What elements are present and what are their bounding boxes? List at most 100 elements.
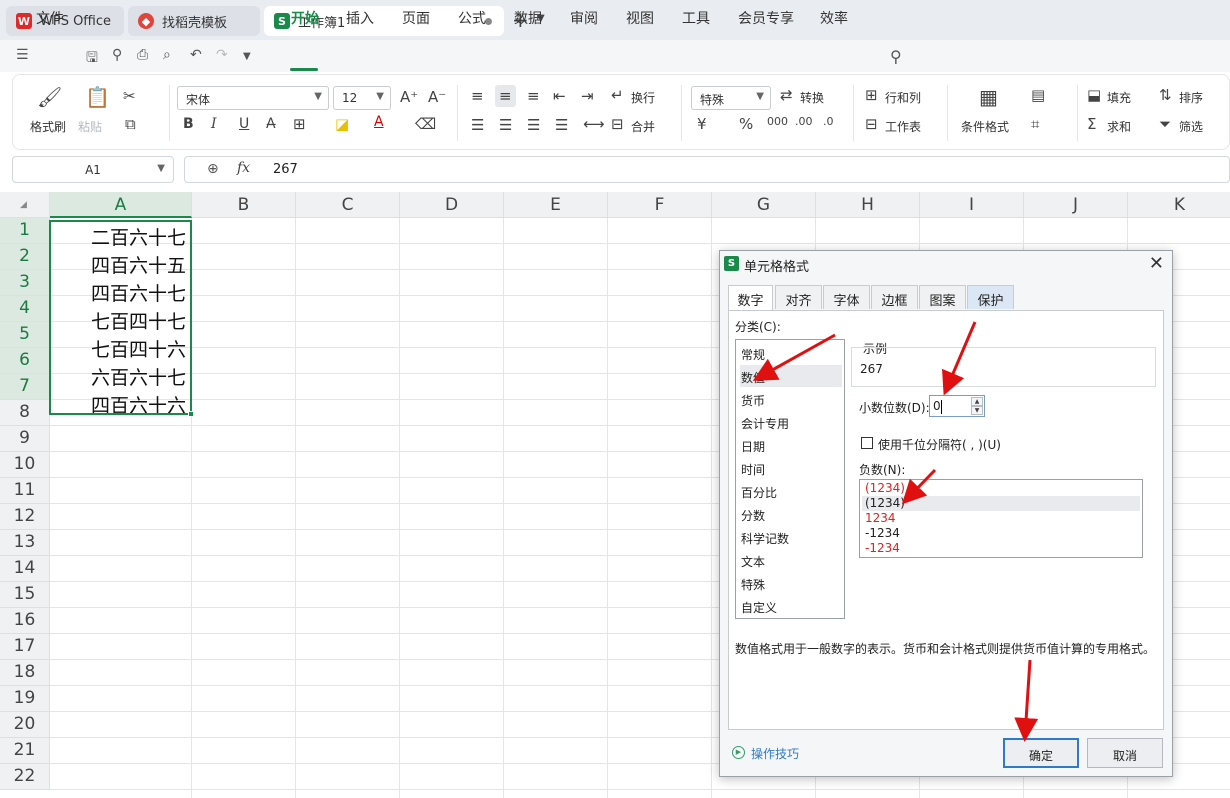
column-header-c[interactable]: C: [296, 192, 400, 218]
fill-icon[interactable]: ⬓: [1087, 86, 1101, 104]
row-header[interactable]: 12: [0, 504, 50, 530]
row-header[interactable]: 10: [0, 452, 50, 478]
tab-template[interactable]: ◆ 找稻壳模板: [128, 6, 260, 36]
menu-member[interactable]: 会员专享: [738, 8, 794, 28]
play-icon[interactable]: ▶: [732, 746, 745, 759]
sum-icon[interactable]: Σ: [1087, 115, 1096, 133]
row-header[interactable]: 13: [0, 530, 50, 556]
rows-cols-icon[interactable]: ⊞: [865, 86, 878, 104]
tab-alignment[interactable]: 对齐: [775, 285, 822, 309]
increase-font-icon[interactable]: A⁺: [400, 88, 418, 106]
row-header[interactable]: 4: [0, 296, 50, 322]
column-header-d[interactable]: D: [400, 192, 504, 218]
fill-color-icon[interactable]: ◪: [335, 115, 349, 133]
increase-decimal-icon[interactable]: .00: [795, 115, 813, 128]
name-box[interactable]: A1 ▼: [12, 156, 174, 183]
spin-up-icon[interactable]: ▲: [971, 397, 983, 406]
category-item[interactable]: 分数: [740, 503, 842, 525]
italic-icon[interactable]: I: [211, 116, 217, 132]
category-item[interactable]: 时间: [740, 457, 842, 479]
cancel-button[interactable]: 取消: [1087, 738, 1163, 768]
wrap-label[interactable]: 换行: [631, 89, 655, 106]
row-header[interactable]: 5: [0, 322, 50, 348]
cell-style-icon[interactable]: ▤: [1031, 86, 1045, 104]
category-item[interactable]: 科学记数: [740, 526, 842, 548]
filter-label[interactable]: 筛选: [1179, 118, 1203, 135]
paste-icon[interactable]: 📋: [85, 85, 110, 109]
align-center-icon[interactable]: ☰: [499, 116, 512, 134]
cut-icon[interactable]: ✂: [123, 87, 136, 105]
negative-format-list[interactable]: (1234) (1234) 1234 -1234 -1234: [859, 479, 1143, 558]
row-header[interactable]: 15: [0, 582, 50, 608]
menu-page[interactable]: 页面: [402, 8, 430, 28]
column-header-f[interactable]: F: [608, 192, 712, 218]
menu-data[interactable]: 数据: [514, 8, 542, 28]
row-header[interactable]: 8: [0, 400, 50, 426]
negative-option[interactable]: -1234: [862, 526, 1140, 541]
fill-label[interactable]: 填充: [1107, 89, 1131, 106]
category-item[interactable]: 百分比: [740, 480, 842, 502]
format-painter-icon[interactable]: 🖌: [37, 85, 62, 109]
worksheet-label[interactable]: 工作表: [885, 118, 921, 135]
category-item[interactable]: 特殊: [740, 572, 842, 594]
column-header-a[interactable]: A: [50, 192, 192, 218]
merge-icon[interactable]: ⊟: [611, 115, 624, 133]
row-header[interactable]: 14: [0, 556, 50, 582]
currency-icon[interactable]: ¥: [697, 115, 707, 133]
conditional-format-icon[interactable]: ▦: [979, 85, 998, 109]
wrap-icon[interactable]: ↵: [611, 86, 624, 104]
thousand-separator-label[interactable]: 使用千位分隔符( , )(U): [878, 436, 1001, 453]
column-header-h[interactable]: H: [816, 192, 920, 218]
justify-icon[interactable]: ☰: [555, 116, 568, 134]
row-header[interactable]: 18: [0, 660, 50, 686]
negative-option[interactable]: (1234): [862, 496, 1140, 511]
menu-tools[interactable]: 工具: [682, 8, 710, 28]
distribute-icon[interactable]: ⟷: [583, 115, 605, 133]
tips-link[interactable]: 操作技巧: [751, 745, 799, 762]
strikethrough-icon[interactable]: A̶: [266, 116, 276, 132]
menu-view[interactable]: 视图: [626, 8, 654, 28]
decrease-font-icon[interactable]: A⁻: [428, 88, 446, 106]
indent-increase-icon[interactable]: ⇥: [581, 87, 594, 105]
convert-label[interactable]: 转换: [800, 89, 824, 106]
sort-label[interactable]: 排序: [1179, 89, 1203, 106]
paste-label[interactable]: 粘贴: [78, 118, 102, 135]
row-header[interactable]: 20: [0, 712, 50, 738]
column-header-k[interactable]: K: [1128, 192, 1230, 218]
category-item[interactable]: 货币: [740, 388, 842, 410]
save-icon[interactable]: 🖫: [86, 47, 98, 71]
category-item[interactable]: 日期: [740, 434, 842, 456]
percent-icon[interactable]: %: [739, 115, 753, 133]
row-header[interactable]: 3: [0, 270, 50, 296]
tab-wps-office[interactable]: W WPS Office: [6, 6, 124, 36]
redo-icon[interactable]: ↷: [216, 47, 228, 63]
formula-input[interactable]: ⊕ fx 267: [184, 156, 1230, 183]
category-list[interactable]: 常规 数值 货币 会计专用 日期 时间 百分比 分数 科学记数 文本 特殊 自定义: [735, 339, 845, 619]
column-header-j[interactable]: J: [1024, 192, 1128, 218]
menu-insert[interactable]: 插入: [346, 8, 374, 28]
row-header[interactable]: 1: [0, 218, 50, 244]
column-header-g[interactable]: G: [712, 192, 816, 218]
font-color-icon[interactable]: A: [374, 114, 384, 130]
search-icon[interactable]: ⚲: [890, 47, 902, 66]
close-icon[interactable]: ✕: [1149, 253, 1164, 274]
quick-access-more-icon[interactable]: ▼: [243, 51, 251, 62]
indent-decrease-icon[interactable]: ⇤: [553, 87, 566, 105]
tab-font[interactable]: 字体: [823, 285, 870, 309]
row-header[interactable]: 6: [0, 348, 50, 374]
border-icon[interactable]: ⊞: [293, 115, 306, 133]
menu-home[interactable]: 开始: [291, 8, 319, 28]
align-right-icon[interactable]: ☰: [527, 116, 540, 134]
zoom-icon[interactable]: ⊕: [207, 161, 219, 177]
align-middle-icon[interactable]: ≡: [495, 85, 516, 107]
bold-icon[interactable]: B: [183, 116, 194, 132]
menu-file[interactable]: 文件: [36, 8, 64, 28]
thousand-separator-checkbox[interactable]: [861, 437, 873, 449]
clear-format-icon[interactable]: ⌫: [415, 115, 436, 133]
row-header[interactable]: 9: [0, 426, 50, 452]
category-item[interactable]: 数值: [740, 365, 842, 387]
sort-icon[interactable]: ⇅: [1159, 86, 1172, 104]
row-header[interactable]: 7: [0, 374, 50, 400]
category-item[interactable]: 常规: [740, 342, 842, 364]
tab-border[interactable]: 边框: [871, 285, 918, 309]
